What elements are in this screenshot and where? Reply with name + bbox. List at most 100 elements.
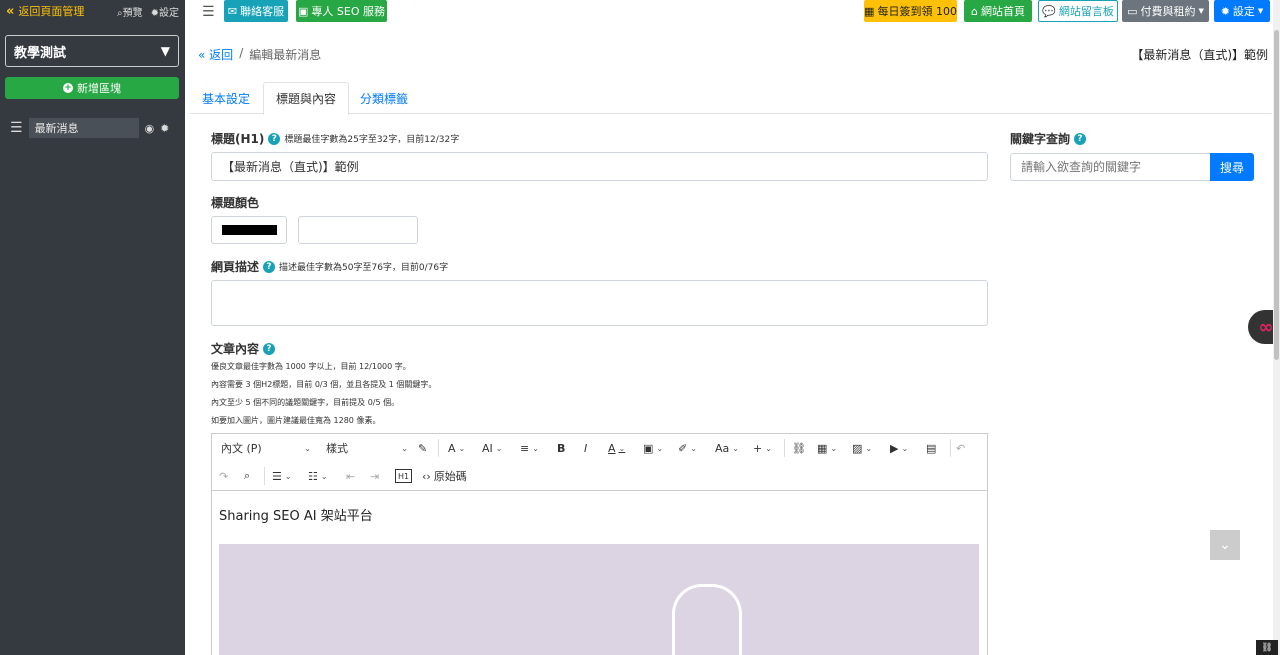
page-title: 【最新消息（直式)】範例 <box>1131 48 1268 62</box>
daily-checkin-button[interactable]: ▦ 每日簽到領 100 <box>864 0 957 22</box>
guestbook-label: 網站留言板 <box>1058 5 1114 18</box>
font-size-icon[interactable]: A ⌄ <box>448 439 465 457</box>
tab-bar: 基本設定 標題與內容 分類標籤 <box>190 82 1272 115</box>
title-input-value: 【最新消息（直式)】範例 <box>222 160 359 174</box>
keyword-search-button[interactable]: 搜尋 <box>1210 153 1254 181</box>
background-color-icon[interactable]: ▣ ⌄ <box>643 439 663 457</box>
chat-icon: ▣ <box>298 4 309 18</box>
code-icon: ‹› <box>422 469 431 483</box>
image-upload-icon[interactable]: ▨ ⌄ <box>852 439 872 457</box>
site-name: 教學測試 <box>14 45 67 61</box>
site-home-button[interactable]: ⌂ 網站首頁 <box>964 0 1032 22</box>
sidebar-settings-label: 設定 <box>159 7 179 19</box>
description-label-row: 網頁描述 ? 描述最佳字數為50字至76字，目前0/76字 <box>211 258 448 275</box>
link-icon[interactable]: ⛓ <box>792 439 806 457</box>
sidebar-top-bar: « 返回頁面管理 ⌕預覽 ✹設定 <box>0 0 185 22</box>
editor-toolbar: 內文 (P) ⌄ 樣式 ⌄ ✎ A ⌄ AI ⌄ ≡ ⌄ B I A ⌄ ▣ ⌄ ✐ ⌄ A… <box>212 434 987 491</box>
title-color-label-text: 標題顏色 <box>211 196 260 210</box>
heading-h1-icon[interactable]: H1 <box>395 469 413 483</box>
toolbar-separator <box>264 467 265 485</box>
eye-icon[interactable]: ◉ <box>145 122 155 135</box>
help-icon[interactable]: ? <box>268 132 281 145</box>
add-block-label: 新增區塊 <box>77 82 121 95</box>
tab-title-content[interactable]: 標題與內容 <box>263 82 350 115</box>
table-icon[interactable]: ▦ ⌄ <box>817 439 837 457</box>
drag-handle-icon[interactable]: ☰ <box>10 120 23 136</box>
text-case-icon[interactable]: Aa ⌄ <box>715 439 739 457</box>
sidebar-settings-link[interactable]: ✹設定 <box>151 4 179 19</box>
undo-icon[interactable]: ↶ <box>956 439 965 457</box>
content-note: 如要加入圖片，圖片建議最佳寬為 1280 像素。 <box>211 416 381 425</box>
insert-icon[interactable]: + ⌄ <box>753 439 772 457</box>
back-to-pages-link[interactable]: « 返回頁面管理 <box>6 3 84 19</box>
tab-category-tags[interactable]: 分類標籤 <box>348 82 420 114</box>
content-note: 內容需要 3 個H2標題，目前 0/3 個，並且各提及 1 個關鍵字。 <box>211 380 437 389</box>
numbered-list-icon[interactable]: ☷ ⌄ <box>308 467 328 485</box>
source-code-button[interactable]: ‹› 原始碼 <box>422 467 467 485</box>
outdent-icon[interactable]: ⇤ <box>346 467 355 485</box>
caret-down-icon: ▼ <box>1257 7 1264 15</box>
envelope-icon: ✉ <box>227 4 238 18</box>
caret-down-icon: ▼ <box>160 44 170 58</box>
editor-body[interactable]: Sharing SEO AI 架站平台 <box>212 491 987 655</box>
content-note: 內文至少 5 個不同的議題關鍵字，目前提及 0/5 個。 <box>211 398 400 407</box>
keyword-label-row: 關鍵字查詢 ? <box>1010 130 1087 147</box>
rich-text-editor: 內文 (P) ⌄ 樣式 ⌄ ✎ A ⌄ AI ⌄ ≡ ⌄ B I A ⌄ ▣ ⌄ ✐ ⌄ A… <box>211 433 988 655</box>
billing-dropdown[interactable]: ▭ 付費與租約 ▼ <box>1122 0 1209 22</box>
paragraph-format-select[interactable]: 內文 (P) ⌄ <box>221 439 311 457</box>
site-select[interactable]: 教學測試 ▼ <box>5 35 179 67</box>
title-color-text-input[interactable] <box>298 216 418 244</box>
highlight-icon[interactable]: ✐ ⌄ <box>678 439 697 457</box>
caret-down-icon: ▼ <box>1198 7 1204 15</box>
calendar-icon: ▦ <box>864 4 875 18</box>
bulleted-list-icon[interactable]: ☰ ⌄ <box>272 467 292 485</box>
gear-icon: ✹ <box>1220 4 1230 18</box>
redo-icon[interactable]: ↷ <box>219 467 228 485</box>
italic-icon[interactable]: I <box>584 439 587 457</box>
seo-service-button[interactable]: ▣ 專人 SEO 服務 <box>296 0 387 22</box>
help-icon[interactable]: ? <box>263 260 276 273</box>
tab-basic-settings[interactable]: 基本設定 <box>190 82 262 114</box>
help-icon[interactable]: ? <box>1074 132 1087 145</box>
title-input[interactable]: 【最新消息（直式)】範例 <box>211 152 988 181</box>
sidebar: « 返回頁面管理 ⌕預覽 ✹設定 教學測試 ▼ + 新增區塊 ☰ 最新消息 ◉ … <box>0 0 185 655</box>
contact-support-button[interactable]: ✉ 聯絡客服 <box>224 0 288 22</box>
gear-icon[interactable]: ✹ <box>160 122 169 135</box>
keyword-search-input[interactable] <box>1010 153 1211 181</box>
help-icon[interactable]: ? <box>263 342 276 355</box>
color-swatch <box>222 225 277 235</box>
sidebar-item-news[interactable]: ☰ 最新消息 ◉ ✹ <box>10 118 178 138</box>
style-select[interactable]: 樣式 ⌄ <box>326 439 408 457</box>
text-color-icon[interactable]: A ⌄ <box>608 439 625 457</box>
breadcrumb-current: 編輯最新消息 <box>249 48 322 62</box>
description-textarea[interactable] <box>211 280 988 326</box>
chevron-down-icon: ⌄ <box>401 443 408 453</box>
title-color-label: 標題顏色 <box>211 194 259 211</box>
preview-link[interactable]: ⌕預覽 <box>117 4 143 19</box>
menu-toggle-icon[interactable]: ☰ <box>202 4 215 20</box>
double-chevron-left-icon: « <box>198 48 206 62</box>
shopping-bag-image-handle <box>672 584 742 655</box>
card-icon: ▭ <box>1127 4 1138 18</box>
breadcrumb-back-link[interactable]: « 返回 <box>198 46 233 63</box>
title-color-picker[interactable] <box>211 216 287 244</box>
font-family-icon[interactable]: AI ⌄ <box>482 439 502 457</box>
align-icon[interactable]: ≡ ⌄ <box>520 439 539 457</box>
comments-icon: 💬 <box>1042 4 1056 18</box>
main-content: « 返回 / 編輯最新消息 【最新消息（直式)】範例 基本設定 標題與內容 分類… <box>190 30 1272 655</box>
scrollbar-thumb[interactable] <box>1274 30 1279 360</box>
link-corner-icon[interactable]: ⛓ <box>1256 640 1278 655</box>
source-code-label: 原始碼 <box>433 470 467 483</box>
html-embed-icon[interactable]: ▤ <box>926 439 936 457</box>
scroll-down-button[interactable]: ⌄ <box>1210 530 1240 560</box>
content-image[interactable] <box>219 544 979 655</box>
find-replace-icon[interactable]: ⌕ <box>244 467 250 485</box>
bold-icon[interactable]: B <box>557 439 565 457</box>
format-painter-icon[interactable]: ✎ <box>418 439 427 457</box>
media-icon[interactable]: ▶ ⌄ <box>890 439 908 457</box>
settings-dropdown[interactable]: ✹ 設定 ▼ <box>1214 0 1270 22</box>
add-block-button[interactable]: + 新增區塊 <box>5 77 179 99</box>
keyword-label: 關鍵字查詢 <box>1010 132 1071 146</box>
guestbook-button[interactable]: 💬 網站留言板 <box>1038 0 1118 22</box>
indent-icon[interactable]: ⇥ <box>370 467 379 485</box>
